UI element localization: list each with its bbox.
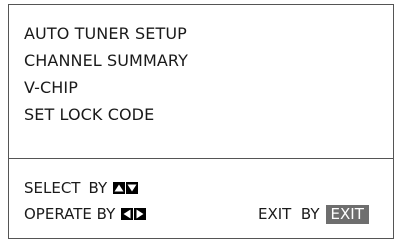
menu-item-auto-tuner-setup[interactable]: AUTO TUNER SETUP [24, 24, 187, 44]
select-hint-label: SELECT [24, 179, 81, 197]
select-hint-by: BY [88, 179, 108, 197]
select-hint: SELECT BY [24, 178, 139, 198]
menu-item-set-lock-code[interactable]: SET LOCK CODE [24, 105, 154, 125]
menu-list: AUTO TUNER SETUP CHANNEL SUMMARY V-CHIP … [9, 5, 393, 155]
tv-menu-screen: AUTO TUNER SETUP CHANNEL SUMMARY V-CHIP … [8, 4, 394, 239]
up-arrow-icon [113, 182, 126, 194]
operate-hint-label: OPERATE BY [24, 205, 116, 223]
menu-item-channel-summary[interactable]: CHANNEL SUMMARY [24, 51, 188, 71]
menu-footer-hints: SELECT BY OPERATE BY EXIT BY EXIT [9, 159, 393, 238]
operate-hint: OPERATE BY [24, 204, 147, 224]
exit-hint: EXIT BY EXIT [258, 204, 369, 224]
right-arrow-icon [134, 208, 147, 220]
down-arrow-icon [126, 182, 139, 194]
select-keys [113, 182, 139, 194]
operate-keys [121, 208, 147, 220]
left-arrow-icon [121, 208, 134, 220]
exit-hint-label: EXIT BY [258, 205, 320, 223]
menu-item-v-chip[interactable]: V-CHIP [24, 78, 78, 98]
exit-key-badge: EXIT [325, 204, 369, 224]
